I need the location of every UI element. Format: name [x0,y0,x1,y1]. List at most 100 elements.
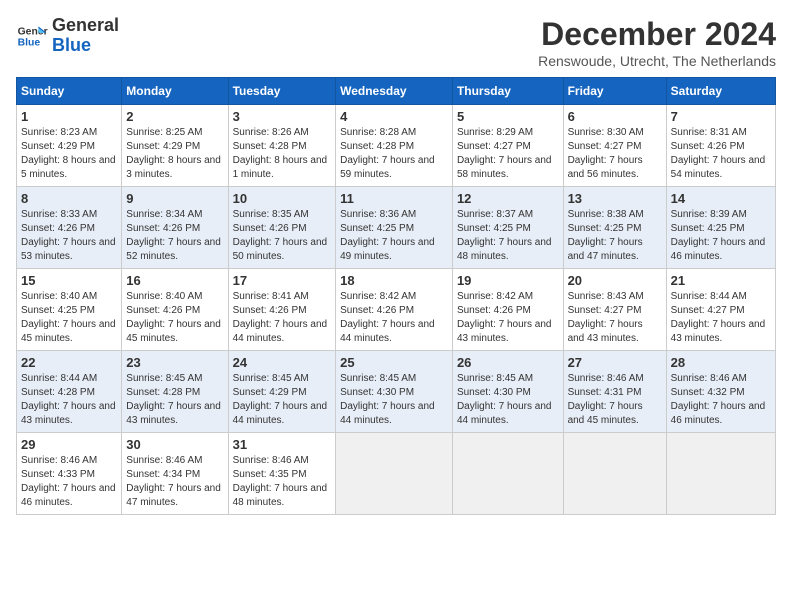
calendar-cell: 19 Sunrise: 8:42 AM Sunset: 4:26 PM Dayl… [452,269,563,351]
day-number: 11 [340,191,448,206]
month-title: December 2024 [538,16,776,53]
day-number: 13 [568,191,662,206]
logo-text: GeneralBlue [52,16,119,56]
day-number: 1 [21,109,117,124]
calendar-table: SundayMondayTuesdayWednesdayThursdayFrid… [16,77,776,515]
calendar-week-5: 29 Sunrise: 8:46 AM Sunset: 4:33 PM Dayl… [17,433,776,515]
day-info: Sunrise: 8:45 AM Sunset: 4:30 PM Dayligh… [340,372,448,428]
day-number: 20 [568,273,662,288]
day-number: 8 [21,191,117,206]
day-number: 18 [340,273,448,288]
day-info: Sunrise: 8:44 AM Sunset: 4:28 PM Dayligh… [21,372,117,428]
col-header-friday: Friday [563,78,666,105]
calendar-cell: 17 Sunrise: 8:41 AM Sunset: 4:26 PM Dayl… [228,269,336,351]
day-info: Sunrise: 8:34 AM Sunset: 4:26 PM Dayligh… [126,208,223,264]
calendar-cell: 5 Sunrise: 8:29 AM Sunset: 4:27 PM Dayli… [452,105,563,187]
calendar-cell: 11 Sunrise: 8:36 AM Sunset: 4:25 PM Dayl… [336,187,453,269]
col-header-tuesday: Tuesday [228,78,336,105]
calendar-cell: 24 Sunrise: 8:45 AM Sunset: 4:29 PM Dayl… [228,351,336,433]
day-info: Sunrise: 8:30 AM Sunset: 4:27 PM Dayligh… [568,126,662,182]
svg-text:Blue: Blue [18,37,41,48]
day-number: 3 [233,109,332,124]
day-info: Sunrise: 8:23 AM Sunset: 4:29 PM Dayligh… [21,126,117,182]
day-number: 2 [126,109,223,124]
day-number: 19 [457,273,559,288]
day-info: Sunrise: 8:39 AM Sunset: 4:25 PM Dayligh… [671,208,771,264]
day-info: Sunrise: 8:46 AM Sunset: 4:35 PM Dayligh… [233,454,332,510]
day-info: Sunrise: 8:42 AM Sunset: 4:26 PM Dayligh… [457,290,559,346]
calendar-week-3: 15 Sunrise: 8:40 AM Sunset: 4:25 PM Dayl… [17,269,776,351]
day-number: 4 [340,109,448,124]
title-block: December 2024 Renswoude, Utrecht, The Ne… [538,16,776,69]
calendar-cell: 2 Sunrise: 8:25 AM Sunset: 4:29 PM Dayli… [122,105,228,187]
day-info: Sunrise: 8:41 AM Sunset: 4:26 PM Dayligh… [233,290,332,346]
day-number: 21 [671,273,771,288]
day-number: 31 [233,437,332,452]
day-number: 16 [126,273,223,288]
day-number: 22 [21,355,117,370]
day-number: 28 [671,355,771,370]
day-info: Sunrise: 8:46 AM Sunset: 4:34 PM Dayligh… [126,454,223,510]
calendar-cell: 18 Sunrise: 8:42 AM Sunset: 4:26 PM Dayl… [336,269,453,351]
calendar-week-1: 1 Sunrise: 8:23 AM Sunset: 4:29 PM Dayli… [17,105,776,187]
col-header-sunday: Sunday [17,78,122,105]
day-info: Sunrise: 8:45 AM Sunset: 4:29 PM Dayligh… [233,372,332,428]
day-info: Sunrise: 8:45 AM Sunset: 4:28 PM Dayligh… [126,372,223,428]
day-number: 29 [21,437,117,452]
day-info: Sunrise: 8:28 AM Sunset: 4:28 PM Dayligh… [340,126,448,182]
calendar-cell: 15 Sunrise: 8:40 AM Sunset: 4:25 PM Dayl… [17,269,122,351]
page-header: General Blue GeneralBlue December 2024 R… [16,16,776,69]
day-number: 26 [457,355,559,370]
day-info: Sunrise: 8:40 AM Sunset: 4:25 PM Dayligh… [21,290,117,346]
day-info: Sunrise: 8:43 AM Sunset: 4:27 PM Dayligh… [568,290,662,346]
calendar-cell: 27 Sunrise: 8:46 AM Sunset: 4:31 PM Dayl… [563,351,666,433]
day-info: Sunrise: 8:29 AM Sunset: 4:27 PM Dayligh… [457,126,559,182]
calendar-cell [563,433,666,515]
day-number: 7 [671,109,771,124]
day-info: Sunrise: 8:31 AM Sunset: 4:26 PM Dayligh… [671,126,771,182]
calendar-week-2: 8 Sunrise: 8:33 AM Sunset: 4:26 PM Dayli… [17,187,776,269]
calendar-cell: 8 Sunrise: 8:33 AM Sunset: 4:26 PM Dayli… [17,187,122,269]
calendar-cell [666,433,775,515]
location: Renswoude, Utrecht, The Netherlands [538,53,776,69]
day-number: 14 [671,191,771,206]
day-info: Sunrise: 8:38 AM Sunset: 4:25 PM Dayligh… [568,208,662,264]
col-header-wednesday: Wednesday [336,78,453,105]
day-number: 12 [457,191,559,206]
calendar-cell: 20 Sunrise: 8:43 AM Sunset: 4:27 PM Dayl… [563,269,666,351]
logo-icon: General Blue [16,20,48,52]
calendar-cell: 29 Sunrise: 8:46 AM Sunset: 4:33 PM Dayl… [17,433,122,515]
day-info: Sunrise: 8:25 AM Sunset: 4:29 PM Dayligh… [126,126,223,182]
day-info: Sunrise: 8:36 AM Sunset: 4:25 PM Dayligh… [340,208,448,264]
calendar-cell: 10 Sunrise: 8:35 AM Sunset: 4:26 PM Dayl… [228,187,336,269]
calendar-cell: 23 Sunrise: 8:45 AM Sunset: 4:28 PM Dayl… [122,351,228,433]
calendar-week-4: 22 Sunrise: 8:44 AM Sunset: 4:28 PM Dayl… [17,351,776,433]
calendar-cell: 13 Sunrise: 8:38 AM Sunset: 4:25 PM Dayl… [563,187,666,269]
day-number: 5 [457,109,559,124]
calendar-cell [452,433,563,515]
calendar-cell: 16 Sunrise: 8:40 AM Sunset: 4:26 PM Dayl… [122,269,228,351]
calendar-cell: 22 Sunrise: 8:44 AM Sunset: 4:28 PM Dayl… [17,351,122,433]
col-header-saturday: Saturday [666,78,775,105]
day-info: Sunrise: 8:44 AM Sunset: 4:27 PM Dayligh… [671,290,771,346]
day-number: 27 [568,355,662,370]
calendar-cell: 21 Sunrise: 8:44 AM Sunset: 4:27 PM Dayl… [666,269,775,351]
calendar-cell: 9 Sunrise: 8:34 AM Sunset: 4:26 PM Dayli… [122,187,228,269]
calendar-cell: 12 Sunrise: 8:37 AM Sunset: 4:25 PM Dayl… [452,187,563,269]
calendar-cell: 1 Sunrise: 8:23 AM Sunset: 4:29 PM Dayli… [17,105,122,187]
day-number: 10 [233,191,332,206]
calendar-cell: 31 Sunrise: 8:46 AM Sunset: 4:35 PM Dayl… [228,433,336,515]
day-number: 25 [340,355,448,370]
day-number: 6 [568,109,662,124]
day-number: 30 [126,437,223,452]
calendar-cell: 25 Sunrise: 8:45 AM Sunset: 4:30 PM Dayl… [336,351,453,433]
day-info: Sunrise: 8:46 AM Sunset: 4:31 PM Dayligh… [568,372,662,428]
calendar-cell: 4 Sunrise: 8:28 AM Sunset: 4:28 PM Dayli… [336,105,453,187]
col-header-thursday: Thursday [452,78,563,105]
calendar-header-row: SundayMondayTuesdayWednesdayThursdayFrid… [17,78,776,105]
calendar-cell: 3 Sunrise: 8:26 AM Sunset: 4:28 PM Dayli… [228,105,336,187]
day-info: Sunrise: 8:46 AM Sunset: 4:32 PM Dayligh… [671,372,771,428]
day-info: Sunrise: 8:35 AM Sunset: 4:26 PM Dayligh… [233,208,332,264]
calendar-cell: 7 Sunrise: 8:31 AM Sunset: 4:26 PM Dayli… [666,105,775,187]
day-info: Sunrise: 8:40 AM Sunset: 4:26 PM Dayligh… [126,290,223,346]
